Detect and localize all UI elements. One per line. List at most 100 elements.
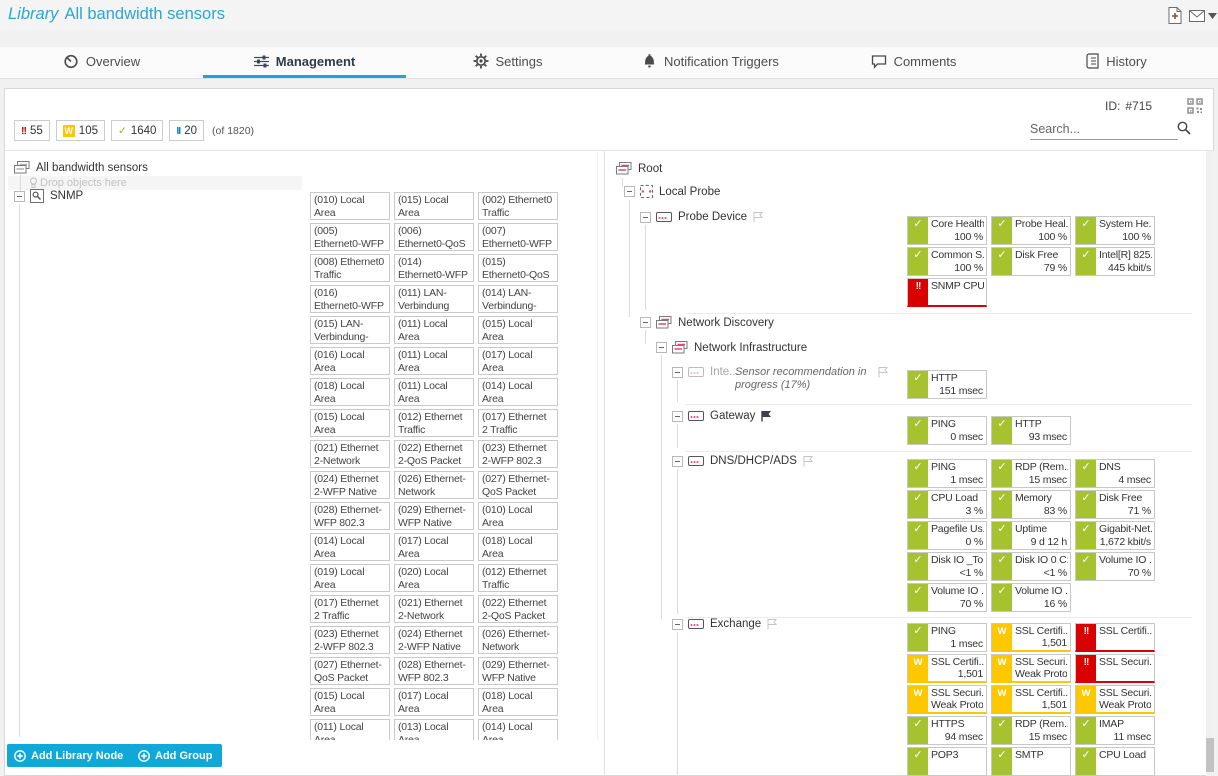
sensor-box[interactable]: ✓ Core Health 100 % (907, 216, 987, 245)
library-sensor-box[interactable]: (024) Ethernet 2-WFP Native (310, 471, 390, 499)
library-sensor-box[interactable]: (015) Ethernet0-QoS Packet (478, 254, 558, 282)
qr-code-icon[interactable] (1187, 98, 1203, 114)
sensor-box[interactable]: W SSL Securi... Weak Proto... (907, 685, 987, 714)
report-page-plus-icon[interactable] (1168, 7, 1182, 24)
library-sensor-box[interactable]: (007) Ethernet0-WFP 802.3 (478, 223, 558, 251)
sensor-box[interactable]: W SSL Certifi... 1,501 (991, 685, 1071, 714)
library-sensor-box[interactable]: (015) Local Area (310, 688, 390, 716)
library-sensor-box[interactable]: (029) Ethernet-WFP Native (394, 502, 474, 530)
sensor-box[interactable]: ✓ DNS 4 msec (1075, 459, 1155, 488)
library-sensor-box[interactable]: (023) Ethernet 2-WFP 802.3 (310, 626, 390, 654)
sensor-box[interactable]: W SSL Certifi... 1,501 (991, 623, 1071, 652)
library-sensor-box[interactable]: (021) Ethernet 2-Network (310, 440, 390, 468)
tree-node-dns-dhcp-ads[interactable]: DNS/DHCP/ADS (672, 455, 814, 467)
library-sensor-box[interactable]: (026) Ethernet-Network (394, 471, 474, 499)
sensor-box[interactable]: ✓ RDP (Rem... 15 msec (991, 716, 1071, 745)
sensor-box[interactable]: ✓ PING 1 msec (907, 623, 987, 652)
tree-node-exchange[interactable]: Exchange (672, 618, 778, 630)
library-sensor-box[interactable]: (029) Ethernet-WFP Native (478, 657, 558, 685)
library-sensor-box[interactable]: (014) Ethernet0-WFP Native (394, 254, 474, 282)
library-sensor-box[interactable]: (023) Ethernet 2-WFP 802.3 (478, 440, 558, 468)
tab-history[interactable]: History (1015, 47, 1218, 78)
library-sensor-box[interactable]: (017) Ethernet 2 Traffic (310, 595, 390, 623)
tab-comments[interactable]: Comments (812, 47, 1015, 78)
status-count-badge[interactable]: II 20 (169, 120, 204, 141)
tree-node-internet[interactable]: Inte... (672, 366, 739, 378)
library-sensor-box[interactable]: (014) LAN-Verbindung-QoS (478, 285, 558, 313)
sensor-box[interactable]: W SSL Certifi... 1,501 (907, 654, 987, 683)
add-group-button[interactable]: Add Group (131, 744, 222, 767)
library-sensor-box[interactable]: (019) Local Area (310, 564, 390, 592)
library-sensor-box[interactable]: (015) Local Area (310, 409, 390, 437)
sensor-box[interactable]: ✓ Uptime 9 d 12 h (991, 521, 1071, 550)
library-sensor-box[interactable]: (014) Local Area (478, 378, 558, 406)
library-sensor-box[interactable]: (022) Ethernet 2-QoS Packet (394, 440, 474, 468)
chevron-down-icon[interactable] (1208, 13, 1217, 19)
library-sensor-box[interactable]: (024) Ethernet 2-WFP Native (394, 626, 474, 654)
status-count-badge[interactable]: W 105 (56, 120, 105, 141)
library-sensor-box[interactable]: (012) Ethernet Traffic (394, 409, 474, 437)
library-sensor-box[interactable]: (011) Local Area (394, 378, 474, 406)
sensor-box[interactable]: ✓ PING 1 msec (907, 459, 987, 488)
library-node-snmp[interactable]: SNMP (14, 189, 83, 203)
tree-node-gateway[interactable]: Gateway (672, 410, 772, 422)
sensor-box[interactable]: ✓ POP3 (907, 747, 987, 776)
sensor-box[interactable]: ✓ PING 0 msec (907, 416, 987, 445)
scrollbar-track[interactable] (1206, 151, 1214, 776)
sensor-box[interactable]: ✓ HTTP 93 msec (991, 416, 1071, 445)
sensor-box[interactable]: ✓ Disk IO 0 C: <1 % (991, 552, 1071, 581)
library-sensor-box[interactable]: (015) Local Area (394, 192, 474, 220)
tab-overview[interactable]: Overview (0, 47, 203, 78)
email-icon[interactable] (1189, 10, 1205, 22)
library-sensor-box[interactable]: (026) Ethernet-Network (478, 626, 558, 654)
sensor-box[interactable]: ✓ CPU Load 3 % (907, 490, 987, 519)
sensor-box[interactable]: ✓ HTTP 151 msec (907, 370, 987, 399)
sensor-box[interactable]: !! SSL Securi... (1075, 654, 1155, 683)
scrollbar-thumb[interactable] (1206, 738, 1214, 772)
tree-node-network-discovery[interactable]: Network Discovery (640, 316, 774, 329)
library-sensor-box[interactable]: (006) Ethernet0-QoS Packet (394, 223, 474, 251)
library-sensor-box[interactable]: (017) Local Area (394, 533, 474, 561)
library-sensor-box[interactable]: (011) Local Area (310, 719, 390, 740)
collapse-toggle[interactable] (624, 186, 635, 197)
library-sensor-box[interactable]: (014) Local Area (310, 533, 390, 561)
library-sensor-box[interactable]: (018) Local Area (310, 378, 390, 406)
tree-node-probe-device[interactable]: Probe Device (640, 211, 764, 223)
sensor-box[interactable]: ✓ IMAP 11 msec (1075, 716, 1155, 745)
collapse-toggle[interactable] (640, 212, 651, 223)
sensor-box[interactable]: W SSL Securi... Weak Proto... (991, 654, 1071, 683)
sensor-box[interactable]: !! SSL Certifi... (1075, 623, 1155, 652)
sensor-box[interactable]: !! SNMP CPU... (907, 278, 987, 307)
library-sensor-box[interactable]: (017) Local Area (478, 347, 558, 375)
library-root-node[interactable]: All bandwidth sensors (14, 161, 148, 174)
status-count-badge[interactable]: !! 55 (14, 120, 50, 141)
collapse-toggle[interactable] (672, 367, 683, 378)
library-sensor-box[interactable]: (016) Ethernet0-WFP 802.3 (310, 285, 390, 313)
library-sensor-box[interactable]: (005) Ethernet0-WFP Native (310, 223, 390, 251)
library-sensor-box[interactable]: (011) Local Area (394, 316, 474, 344)
collapse-toggle[interactable] (672, 619, 683, 630)
sensor-box[interactable]: ✓ CPU Load (1075, 747, 1155, 776)
library-sensor-box[interactable]: (010) Local Area (310, 192, 390, 220)
sensor-box[interactable]: ✓ Common S... 100 % (907, 247, 987, 276)
search-icon[interactable] (1177, 121, 1191, 135)
sensor-box[interactable]: ✓ Disk Free 71 % (1075, 490, 1155, 519)
sensor-box[interactable]: ✓ HTTPS 94 msec (907, 716, 987, 745)
library-sensor-box[interactable]: (012) Ethernet Traffic (478, 564, 558, 592)
sensor-box[interactable]: ✓ Pagefile Us... 0 % (907, 521, 987, 550)
library-sensor-box[interactable]: (028) Ethernet-WFP 802.3 (310, 502, 390, 530)
library-sensor-box[interactable]: (016) Local Area (310, 347, 390, 375)
library-sensor-box[interactable]: (018) Local Area (478, 688, 558, 716)
library-sensor-box[interactable]: (028) Ethernet-WFP 802.3 (394, 657, 474, 685)
sensor-box[interactable]: ✓ Disk IO _To... <1 % (907, 552, 987, 581)
sensor-box[interactable]: ✓ Volume IO ... 16 % (991, 583, 1071, 612)
search-input[interactable] (1030, 119, 1178, 140)
library-sensor-box[interactable]: (021) Ethernet 2-Network (394, 595, 474, 623)
collapse-toggle[interactable] (640, 317, 651, 328)
library-sensor-box[interactable]: (011) LAN-Verbindung (394, 285, 474, 313)
sensor-box[interactable]: ✓ Intel[R] 825... 445 kbit/s (1075, 247, 1155, 276)
library-sensor-box[interactable]: (015) LAN-Verbindung- (310, 316, 390, 344)
sensor-box[interactable]: ✓ Memory 83 % (991, 490, 1071, 519)
library-sensor-box[interactable]: (011) Local Area (394, 347, 474, 375)
sensor-box[interactable]: ✓ Gigabit-Net... 1,672 kbit/s (1075, 521, 1155, 550)
